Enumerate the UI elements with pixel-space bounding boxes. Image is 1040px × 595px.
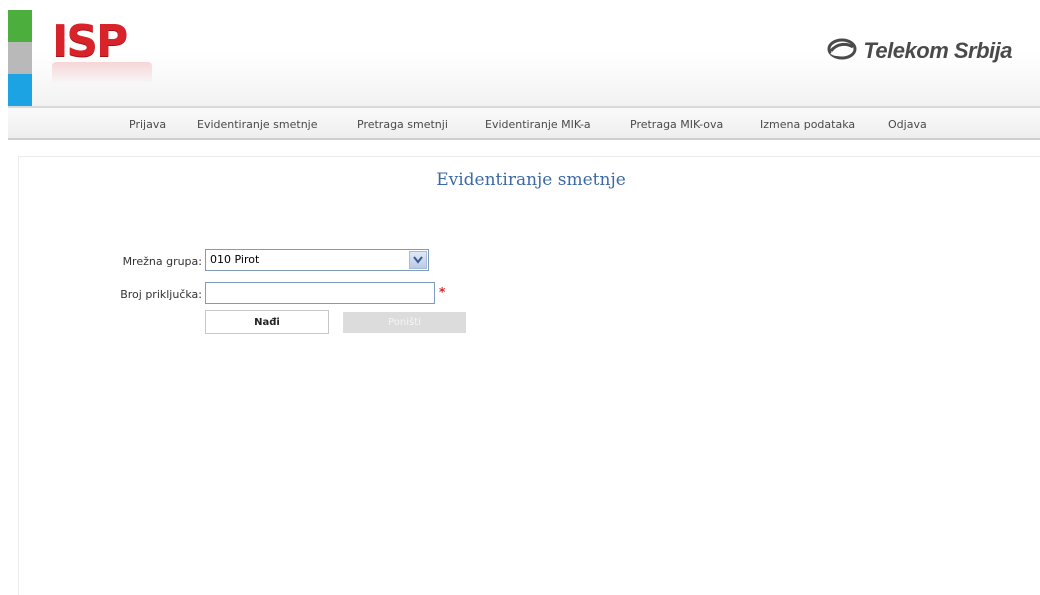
nav-item-pretraga-smetnji[interactable]: Pretraga smetnji [357,118,448,131]
color-strip-blue [8,74,32,106]
connection-number-label: Broj priključka: [120,288,202,301]
content-panel [18,156,1040,595]
isp-logo[interactable]: ISP [52,18,128,66]
required-marker: * [439,285,446,299]
connection-number-input[interactable] [205,282,435,304]
nav-item-izmena-podataka[interactable]: Izmena podataka [760,118,855,131]
nav-item-odjava[interactable]: Odjava [888,118,927,131]
reset-button[interactable]: Poništi [343,312,466,333]
page-title: Evidentiranje smetnje [436,170,626,190]
color-strip-silver [8,42,32,74]
brand-name: Telekom Srbija [863,38,1012,63]
color-strip-green [8,10,32,42]
color-strip [8,10,32,106]
nav-item-evidentiranje-mik[interactable]: Evidentiranje MIK-a [485,118,591,131]
telekom-logo-icon [827,38,857,64]
telekom-brand: Telekom Srbija [827,38,1012,64]
network-group-label: Mrežna grupa: [122,255,202,268]
main-nav: Prijava Evidentiranje smetnje Pretraga s… [8,106,1040,140]
nav-item-pretraga-mik-ova[interactable]: Pretraga MIK-ova [630,118,723,131]
find-button[interactable]: Nađi [205,310,329,334]
network-group-value: 010 Pirot [210,253,260,266]
nav-item-evidentiranje-smetnje[interactable]: Evidentiranje smetnje [197,118,317,131]
nav-item-prijava[interactable]: Prijava [129,118,166,131]
network-group-select[interactable]: 010 Pirot [205,249,429,271]
isp-logo-reflection [52,62,152,84]
chevron-down-icon[interactable] [409,251,427,269]
